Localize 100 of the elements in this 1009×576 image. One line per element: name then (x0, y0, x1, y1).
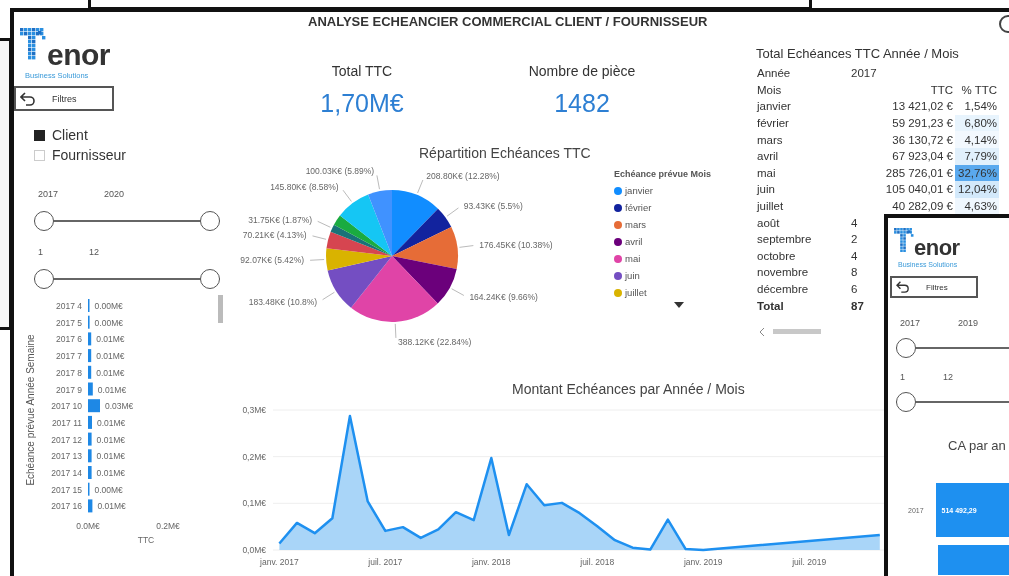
data-label: 0.01M€ (96, 334, 125, 345)
table-cell: 105 040,01 € (885, 183, 953, 196)
filters-reset-button[interactable]: Filtres (890, 276, 978, 298)
logo-wordmark: enor (914, 238, 960, 258)
data-label: 0.01M€ (96, 434, 125, 445)
logo-wordmark: enor (47, 42, 110, 68)
category-label: 2017 7 (56, 351, 82, 362)
axis-tick: janv. 2018 (472, 557, 511, 567)
slider-handle[interactable] (896, 338, 916, 358)
slider-handle[interactable] (896, 392, 916, 412)
row-header: décembre (757, 283, 809, 295)
legend-label[interactable]: juin (625, 270, 640, 281)
axis-tick: juil. 2019 (792, 557, 827, 567)
leader-line (317, 220, 331, 228)
data-label: 0.03M€ (105, 401, 134, 412)
axis-tick: 0,0M€ (242, 545, 266, 555)
row-header: mai (757, 166, 776, 179)
slider-handle[interactable] (34, 211, 54, 231)
table-cell: 4,14% (955, 131, 999, 148)
legend-label[interactable]: avril (625, 236, 643, 247)
column-header: Mois (756, 82, 783, 98)
axis-tick: janv. 2017 (260, 557, 299, 567)
axis-title: Echéance prévue Année Semaine (25, 334, 36, 486)
bar (88, 415, 92, 429)
kpi-label: Nombre de pièce (528, 63, 636, 79)
bar (88, 349, 92, 363)
table-cell: 87 (851, 299, 864, 312)
row-header: août (757, 216, 780, 229)
leader-line (312, 235, 327, 240)
chart-title: CA par an (948, 438, 1007, 453)
kpi-value: 1,70M€ (320, 89, 404, 118)
undo-icon (20, 91, 36, 106)
data-label: 0.01M€ (96, 468, 125, 478)
leader-line (309, 259, 325, 261)
category-label: 2017 14 (51, 468, 82, 478)
category-label: 2017 4 (56, 301, 82, 311)
dashboard-title: ANALYSE ECHEANCIER COMMERCIAL CLIENT / FOURNISSEUR (308, 13, 708, 31)
axis-tick: 0,3M€ (242, 405, 266, 415)
table-cell: 36 130,72 € (892, 133, 953, 146)
legend-label[interactable]: janvier (625, 185, 653, 196)
slider-value: 1 (38, 247, 43, 257)
table-cell: 67 923,04 € (892, 150, 953, 163)
row-header: juin (757, 183, 775, 196)
data-label: 0.00M€ (94, 301, 123, 311)
axis-tick: janv. 2019 (683, 557, 723, 567)
data-label: 0.01M€ (96, 351, 125, 362)
data-label: 0.00M€ (94, 484, 123, 495)
leader-line (451, 288, 465, 296)
bar (88, 365, 92, 379)
legend-label[interactable]: mars (625, 219, 647, 230)
checkbox-label[interactable]: Fournisseur (52, 147, 126, 163)
leader-line (446, 207, 459, 217)
filters-reset-button[interactable]: Filtres (14, 86, 114, 111)
slider-value: 12 (89, 247, 100, 257)
table-cell: 285 726,01 € (885, 166, 953, 179)
data-label: 93.43K€ (5.5%) (463, 200, 523, 211)
legend-label[interactable]: juillet (625, 287, 647, 298)
table-cell: 4 (851, 216, 858, 229)
category-label: 2017 10 (51, 401, 82, 412)
axis-tick: 0.0M€ (76, 521, 100, 531)
table-cell: 6 (851, 283, 858, 295)
data-label: 31.75K€ (1.87%) (248, 214, 313, 225)
scrollbar[interactable] (218, 295, 223, 323)
column-header: TTC (929, 82, 954, 98)
slider-handle[interactable] (200, 269, 220, 289)
checkbox-label[interactable]: Client (52, 127, 88, 143)
data-label: 92.07K€ (5.42%) (240, 255, 305, 266)
legend-label[interactable]: février (625, 202, 652, 213)
axis-tick: juil. 2018 (580, 557, 615, 567)
bar (88, 499, 93, 513)
bar (88, 466, 92, 479)
data-label: 0.01M€ (96, 451, 125, 462)
scrollbar[interactable] (773, 329, 821, 335)
table-cell: 12,04% (955, 181, 999, 198)
slider-value: 2019 (958, 318, 979, 328)
leader-line (394, 323, 397, 339)
axis-tick: 0,2M€ (242, 451, 266, 462)
category-label: 2017 5 (56, 317, 82, 328)
legend-label[interactable]: mai (625, 253, 641, 264)
scroll-left-icon[interactable] (759, 327, 765, 336)
bar (88, 399, 100, 413)
caret-down-icon[interactable] (674, 302, 684, 308)
slider-handle[interactable] (34, 269, 54, 289)
table-cell: 4 (851, 249, 858, 262)
undo-icon (896, 281, 910, 293)
category-label: 2017 6 (56, 334, 82, 345)
category-label: 2017 9 (56, 384, 82, 395)
row-header: septembre (757, 233, 812, 246)
chart-title: Répartition Echéances TTC (419, 145, 592, 161)
category-label: 2017 13 (51, 451, 82, 462)
slider-handle[interactable] (200, 211, 220, 231)
bar (88, 432, 92, 446)
bar (88, 382, 93, 396)
data-label: 0.00M€ (94, 317, 123, 328)
kpi-label: Total TTC (331, 63, 393, 79)
table-cell: 2 (851, 233, 858, 246)
bar (88, 449, 92, 463)
checkbox[interactable] (34, 129, 45, 141)
data-label: 0.01M€ (97, 417, 126, 428)
column-header: % TTC (960, 82, 998, 98)
